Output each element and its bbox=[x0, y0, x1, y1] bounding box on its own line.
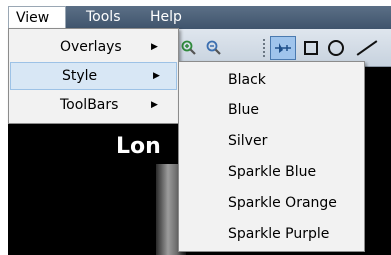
menu-tools[interactable]: Tools bbox=[80, 6, 127, 29]
style-option-sparkle-orange[interactable]: Sparkle Orange bbox=[179, 189, 364, 217]
rectangle-icon[interactable] bbox=[301, 38, 321, 58]
style-option-black[interactable]: Black bbox=[179, 66, 364, 94]
video-title-text: Lon bbox=[116, 134, 161, 159]
toolbar-grip-handle[interactable] bbox=[263, 39, 267, 57]
menu-item-toolbars[interactable]: ToolBars ▶ bbox=[9, 92, 178, 118]
menu-item-label: ToolBars bbox=[60, 97, 119, 113]
line-icon[interactable] bbox=[352, 38, 382, 58]
menu-item-overlays[interactable]: Overlays ▶ bbox=[9, 34, 178, 60]
menu-item-style[interactable]: Style ▶ bbox=[10, 62, 177, 90]
style-submenu: Black Blue Silver Sparkle Blue Sparkle O… bbox=[178, 61, 365, 252]
style-option-blue[interactable]: Blue bbox=[179, 96, 364, 124]
view-dropdown-menu: Overlays ▶ Style ▶ ToolBars ▶ bbox=[8, 28, 179, 124]
menu-view[interactable]: View bbox=[8, 6, 66, 29]
pointer-icon[interactable] bbox=[270, 36, 296, 60]
menu-help[interactable]: Help bbox=[144, 6, 188, 29]
zoom-in-icon[interactable] bbox=[179, 38, 199, 58]
zoom-out-icon[interactable] bbox=[204, 38, 224, 58]
style-option-silver[interactable]: Silver bbox=[179, 127, 364, 155]
submenu-arrow-icon: ▶ bbox=[153, 71, 160, 81]
menu-item-label: Overlays bbox=[60, 39, 122, 55]
menu-item-label: Style bbox=[62, 68, 98, 84]
circle-icon[interactable] bbox=[326, 38, 346, 58]
menu-bar: View Tools Help bbox=[8, 6, 391, 29]
style-option-sparkle-blue[interactable]: Sparkle Blue bbox=[179, 158, 364, 186]
submenu-arrow-icon: ▶ bbox=[151, 100, 158, 110]
submenu-arrow-icon: ▶ bbox=[151, 42, 158, 52]
style-option-sparkle-purple[interactable]: Sparkle Purple bbox=[179, 220, 364, 248]
